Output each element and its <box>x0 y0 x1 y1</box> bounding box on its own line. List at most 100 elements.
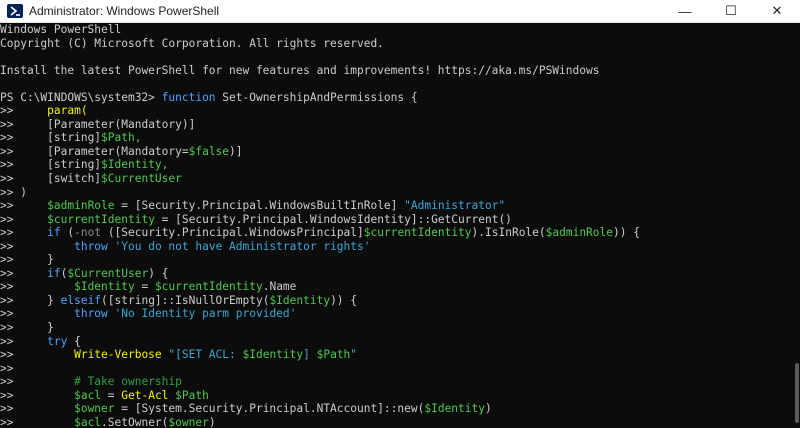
console-token: throw <box>74 307 108 321</box>
console-token: ] <box>303 348 317 362</box>
scrollbar-thumb[interactable] <box>795 363 799 423</box>
console-token: # Take ownership <box>74 375 182 389</box>
console-line: >> } <box>0 253 792 267</box>
console-line: >> $adminRole = [Security.Principal.Wind… <box>0 199 792 213</box>
console-token: [Parameter(Mandatory)] <box>47 117 196 131</box>
window-controls: — ☐ ✕ <box>662 0 800 22</box>
console-token: elseif <box>60 293 102 307</box>
title-bar[interactable]: Administrator: Windows PowerShell — ☐ ✕ <box>0 0 800 23</box>
console-token: $currentIdentity <box>154 280 263 294</box>
console-token: $Identity <box>242 348 304 362</box>
console-line: >> $owner = [System.Security.Principal.N… <box>0 402 792 416</box>
console-token: -not <box>74 226 102 240</box>
console-token: )) { <box>613 226 640 240</box>
console-token: >> <box>0 104 48 118</box>
console-line: >> Write-Verbose "[SET ACL: $Identity] $… <box>0 348 792 362</box>
console-token: >> <box>0 226 48 240</box>
console-token: Windows PowerShell <box>0 23 122 36</box>
console-token: ) <box>208 415 216 428</box>
console-token: >> } <box>0 293 61 307</box>
console-line: >> [Parameter(Mandatory=$false)] <box>0 145 792 159</box>
console-line: >> } elseif([string]::IsNullOrEmpty($Ide… <box>0 294 792 308</box>
console-token: try <box>47 334 68 348</box>
console-line: >> try { <box>0 335 792 349</box>
console-token: ([Security.Principal.WindowsPrincipal] <box>101 226 364 240</box>
console-token: >> } <box>0 253 54 267</box>
close-icon: ✕ <box>771 3 783 18</box>
console-token: $CurrentUser <box>67 266 149 280</box>
console-token: [switch] <box>47 172 102 186</box>
console-token: )) { <box>330 293 358 307</box>
console-token: 'No Identity parm provided' <box>114 307 297 321</box>
powershell-icon <box>7 4 23 18</box>
console-token: [Parameter(Mandatory= <box>47 144 189 158</box>
console-token: = <box>134 280 155 294</box>
console-token: if <box>47 226 61 240</box>
console-token: ) <box>484 402 492 416</box>
console-token: $currentIdentity <box>363 226 472 240</box>
console-token: [string] <box>47 158 102 172</box>
console-token: $Identity <box>269 293 331 307</box>
console-token: >> <box>0 307 75 321</box>
console-token: Set-OwnershipAndPermissions { <box>215 90 418 104</box>
console-token: ([string]::IsNullOrEmpty( <box>101 293 270 307</box>
console-line: >> $acl.SetOwner($owner) <box>0 416 792 428</box>
console-token: Get-Acl <box>121 388 169 402</box>
console-token: >> <box>0 266 48 280</box>
console-token: 'You do not have Administrator rights' <box>114 239 371 253</box>
console-token: = [System.Security.Principal.NTAccount]:… <box>114 402 425 416</box>
console-token: >> <box>0 117 48 131</box>
console-token <box>108 307 115 320</box>
console-line: >> [string]$Identity, <box>0 158 792 172</box>
console-token: .Name <box>262 280 297 294</box>
console-token: function <box>161 90 216 104</box>
console-token: >> <box>0 402 75 416</box>
console-token: " <box>350 348 358 362</box>
console-output[interactable]: Windows PowerShell Copyright (C) Microsof… <box>0 23 792 428</box>
console-token: ).IsInRole( <box>471 226 546 240</box>
console-token: $acl <box>74 388 102 402</box>
console-token: param( <box>47 104 88 118</box>
console-line: >> $acl = Get-Acl $Path <box>0 389 792 403</box>
console-line: >> param( <box>0 104 792 118</box>
console-token: $Identity, <box>101 158 169 172</box>
maximize-icon: ☐ <box>725 3 737 18</box>
console-token: throw <box>74 239 108 253</box>
console-token: >> ) <box>0 185 27 199</box>
vertical-scrollbar[interactable] <box>792 23 800 428</box>
console-token: >> <box>0 172 48 186</box>
console-token: >> <box>0 388 75 402</box>
maximize-button[interactable]: ☐ <box>708 0 754 22</box>
console-token: >> <box>0 199 48 213</box>
console-line: >> } <box>0 321 792 335</box>
console-token: )] <box>229 144 243 158</box>
console-line: >> # Take ownership <box>0 375 792 389</box>
console-token: ) { <box>148 266 169 280</box>
console-token: $owner <box>168 415 209 428</box>
minimize-button[interactable]: — <box>662 0 708 22</box>
console-token: Write-Verbose <box>74 348 162 362</box>
window-title: Administrator: Windows PowerShell <box>29 4 220 18</box>
console-token: >> <box>0 348 75 362</box>
console-line: >> if (-not ([Security.Principal.Windows… <box>0 226 792 240</box>
console-token: >> <box>0 144 48 158</box>
console-token: .SetOwner( <box>101 415 169 428</box>
console-token <box>108 240 115 253</box>
console-line: >> [switch]$CurrentUser <box>0 172 792 186</box>
console-token: $adminRole <box>545 226 613 240</box>
console-line: PS C:\WINDOWS\system32> function Set-Own… <box>0 91 792 105</box>
console-token: $acl <box>74 415 102 428</box>
console-line: >> [string]$Path, <box>0 131 792 145</box>
console-token: >> } <box>0 321 54 335</box>
console-token: $currentIdentity <box>47 212 155 226</box>
console-token: Install the latest PowerShell for new fe… <box>0 63 600 77</box>
console-line: >> throw 'You do not have Administrator … <box>0 240 792 254</box>
console-token: >> <box>0 334 48 348</box>
console-line: >> throw 'No Identity parm provided' <box>0 307 792 321</box>
console-token: $CurrentUser <box>101 172 182 186</box>
console-token: = [Security.Principal.WindowsIdentity]::… <box>154 212 512 226</box>
console-token: >> <box>0 239 75 253</box>
console-token: PS C:\WINDOWS\system32> <box>0 90 162 104</box>
close-button[interactable]: ✕ <box>754 0 800 22</box>
